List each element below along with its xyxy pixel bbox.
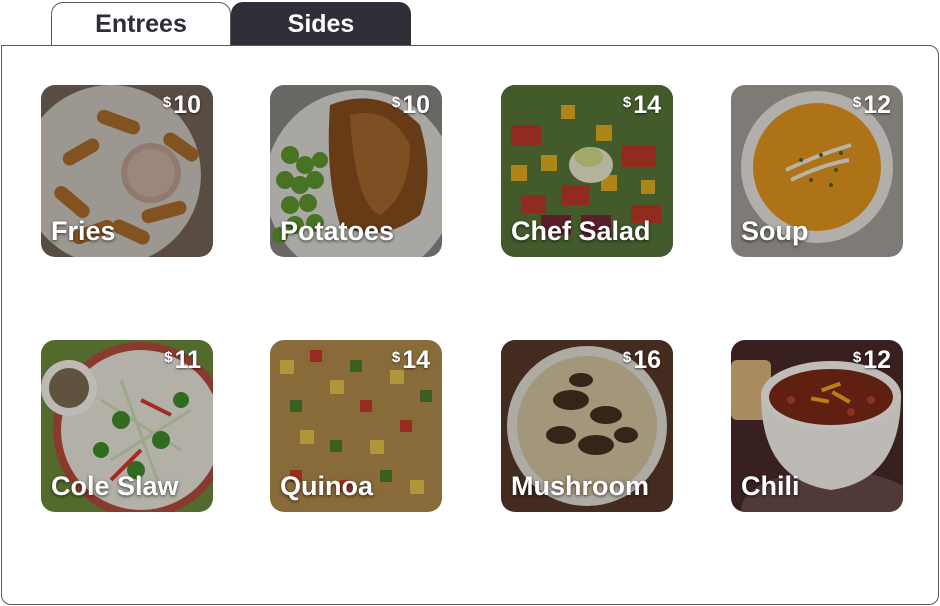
price-label: $10 (391, 91, 430, 119)
tab-sides-label: Sides (287, 9, 355, 38)
tab-entrees[interactable]: Entrees (51, 2, 231, 46)
item-name: Mushroom (511, 471, 649, 501)
menu-item-soup[interactable]: $12 Soup (731, 85, 903, 257)
price-label: $10 (162, 91, 201, 119)
price-label: $14 (622, 91, 661, 119)
item-name: Potatoes (280, 216, 395, 246)
item-name: Chef Salad (511, 216, 651, 246)
tab-entrees-label: Entrees (95, 10, 187, 38)
item-name: Quinoa (280, 471, 373, 501)
menu-item-cole-slaw[interactable]: $11 Cole Slaw (41, 340, 213, 512)
price-label: $16 (622, 346, 661, 374)
price-label: $12 (852, 91, 891, 119)
menu-item-chef-salad[interactable]: $14 Chef Salad (501, 85, 673, 257)
item-name: Cole Slaw (51, 471, 179, 501)
menu-item-quinoa[interactable]: $14 Quinoa (270, 340, 442, 512)
tab-sides[interactable]: Sides (231, 2, 411, 46)
price-label: $11 (164, 346, 201, 374)
price-label: $14 (391, 346, 430, 374)
menu-item-potatoes[interactable]: $10 Potatoes (270, 85, 442, 257)
menu-item-mushroom[interactable]: $16 Mushroom (501, 340, 673, 512)
menu-item-chili[interactable]: $12 Chili (731, 340, 903, 512)
item-name: Soup (741, 216, 809, 246)
item-name: Fries (51, 216, 116, 246)
price-label: $12 (852, 346, 891, 374)
menu-item-fries[interactable]: $10 Fries (41, 85, 213, 257)
item-name: Chili (741, 471, 800, 501)
